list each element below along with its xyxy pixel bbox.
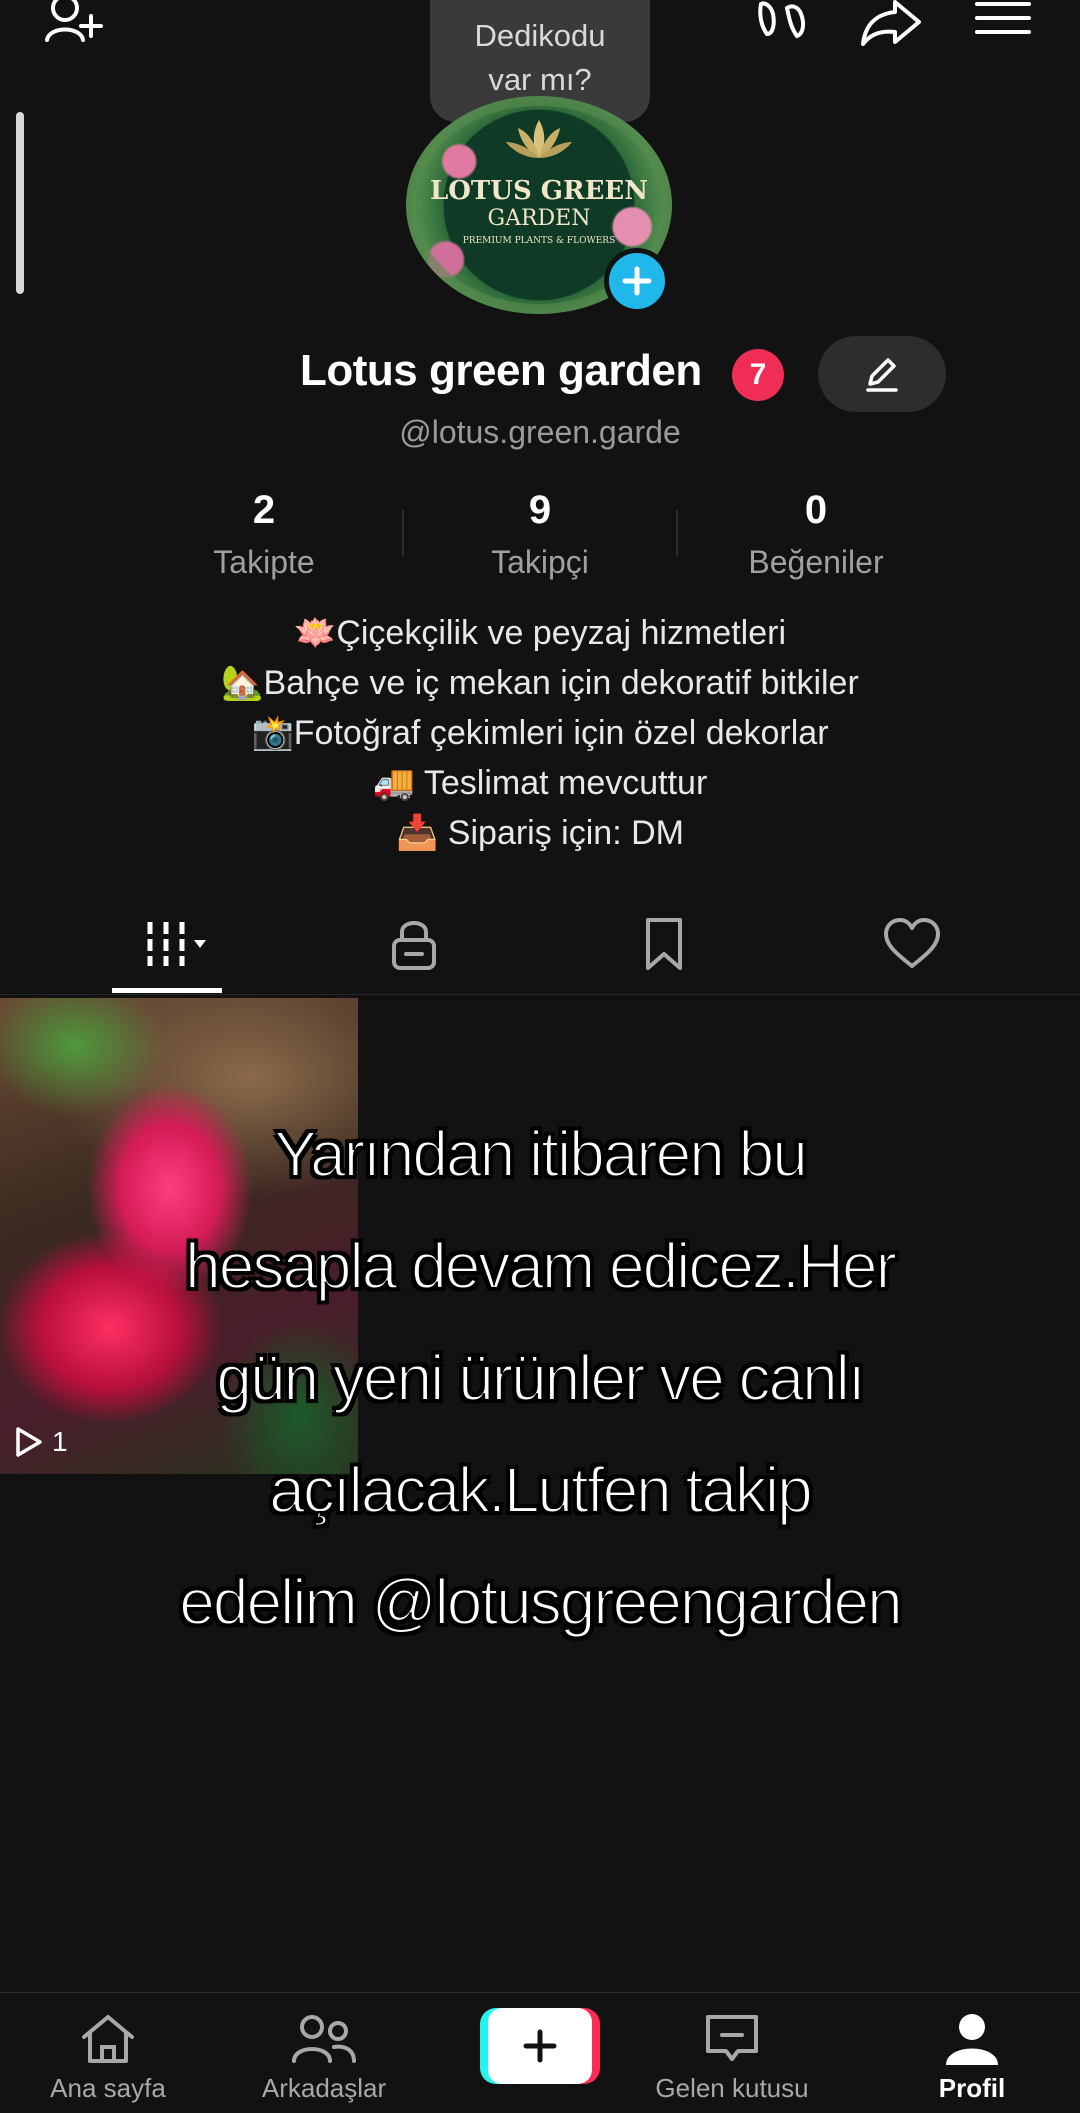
heart-icon — [884, 918, 940, 968]
bio-line: 📸Fotoğraf çekimleri için özel dekorlar — [251, 714, 829, 752]
footprints-icon[interactable] — [748, 0, 818, 48]
caption-line: açılacak.Lutfen takip — [268, 1453, 813, 1527]
menu-icon-svg — [975, 2, 1031, 34]
profile-icon — [946, 2014, 998, 2065]
profile-name: Lotus green garden — [300, 346, 702, 395]
nav-label: Arkadaşlar — [261, 2073, 387, 2103]
menu-icon[interactable] — [968, 0, 1038, 48]
caption-line: hesapla devam edicez.Her — [184, 1229, 898, 1303]
share-icon-svg — [861, 0, 921, 46]
stat-label: Takipte — [213, 544, 315, 580]
footprints-icon-svg — [758, 1, 806, 39]
plus-icon — [622, 266, 652, 296]
nav-friends[interactable]: Arkadaşlar — [224, 1993, 424, 2113]
logo-line1: LOTUS GREEN — [430, 176, 648, 206]
stat-value: 2 — [252, 488, 276, 532]
nav-inbox[interactable]: Gelen kutusu — [632, 1993, 832, 2113]
overlay-caption: Yarından itibaren bu hesapla devam edice… — [20, 1098, 1060, 1658]
bio-line: 🪷Çiçekçilik ve peyzaj hizmetleri — [293, 614, 787, 652]
share-icon[interactable] — [856, 0, 926, 48]
pencil-icon — [866, 358, 898, 392]
nav-label: Gelen kutusu — [655, 2073, 809, 2103]
add-friend-icon-svg — [45, 0, 103, 42]
create-icon — [523, 2029, 557, 2063]
scrollbar[interactable] — [16, 112, 24, 294]
nav-profile[interactable]: Profil — [872, 1993, 1072, 2113]
bio: 🪷Çiçekçilik ve peyzaj hizmetleri 🏡Bahçe … — [0, 608, 1080, 858]
nav-home[interactable]: Ana sayfa — [8, 1993, 208, 2113]
tab-videos[interactable] — [56, 894, 304, 994]
logo-tagline: PREMIUM PLANTS & FLOWERS — [462, 236, 616, 246]
bio-line: 📥 Sipariş için: DM — [396, 814, 684, 852]
tab-saved[interactable] — [540, 894, 788, 994]
caption-line: Yarından itibaren bu — [273, 1117, 809, 1191]
logo-line2: GARDEN — [487, 206, 591, 231]
bio-line: 🏡Bahçe ve iç mekan için dekoratif bitkil… — [221, 664, 859, 702]
tab-liked[interactable] — [788, 894, 1036, 994]
lock-icon — [392, 921, 436, 970]
nav-label: Profil — [938, 2073, 1006, 2103]
stat-divider — [402, 510, 404, 556]
edit-profile-button[interactable] — [818, 336, 946, 412]
profile-handle: @lotus.green.garde — [399, 414, 681, 450]
bio-line: 🚚 Teslimat mevcuttur — [372, 764, 708, 802]
stat-following[interactable]: 2 Takipte — [144, 488, 384, 581]
home-icon — [82, 2015, 134, 2063]
stat-likes[interactable]: 0 Beğeniler — [696, 488, 936, 581]
stat-value: 0 — [804, 488, 828, 532]
grid-icon — [147, 922, 206, 966]
caption-line: edelim @lotusgreengarden — [178, 1565, 903, 1639]
stat-label: Beğeniler — [748, 544, 884, 580]
caption-line: gün yeni ürünler ve canlı — [215, 1341, 866, 1415]
create-button[interactable] — [480, 2008, 600, 2084]
inbox-icon — [706, 2015, 758, 2061]
bookmark-icon — [646, 918, 682, 970]
friends-icon — [292, 2015, 356, 2063]
active-tab-indicator — [112, 988, 222, 993]
stat-value: 9 — [528, 488, 552, 532]
add-avatar-button[interactable] — [604, 248, 670, 314]
stat-label: Takipçi — [491, 544, 589, 580]
tabs-divider — [0, 994, 1080, 995]
profile-tabs — [0, 894, 1080, 994]
stat-followers[interactable]: 9 Takipçi — [420, 488, 660, 581]
nav-label: Ana sayfa — [50, 2073, 166, 2103]
notification-badge[interactable]: 7 — [732, 349, 784, 401]
stat-divider — [676, 510, 678, 556]
add-friend-icon[interactable] — [40, 0, 110, 48]
tab-private[interactable] — [290, 894, 538, 994]
create-button-face — [488, 2008, 592, 2084]
lotus-logo-icon — [506, 120, 572, 158]
